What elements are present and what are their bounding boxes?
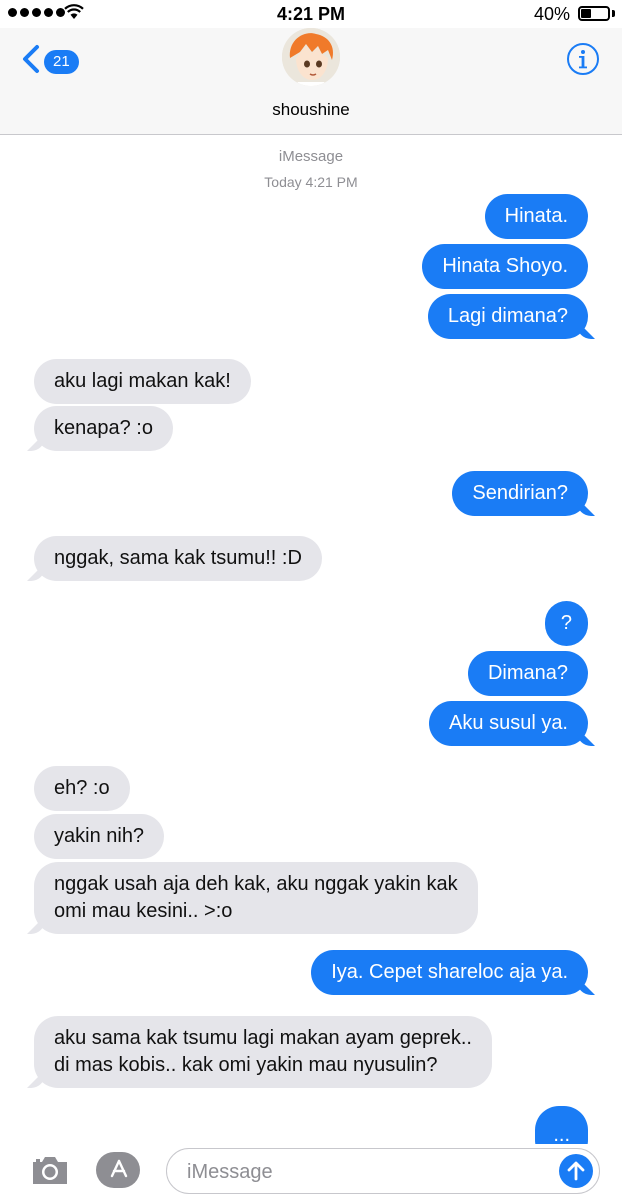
app-store-icon — [110, 1158, 128, 1185]
send-button[interactable] — [559, 1154, 593, 1188]
unread-count-badge: 21 — [44, 49, 79, 74]
message-thread[interactable]: iMessage Today 4:21 PM Hinata. Hinata Sh… — [0, 134, 622, 1144]
conversation-header: 21 shoushine — [0, 28, 622, 135]
message-input-field[interactable] — [166, 1148, 600, 1194]
status-bar: 4:21 PM 40% — [0, 0, 622, 28]
contact-name[interactable]: shoushine — [0, 100, 622, 120]
service-label: iMessage — [278, 148, 344, 165]
message-bubble-outgoing[interactable]: Iya. Cepet shareloc aja ya. — [311, 950, 588, 995]
message-bubble-outgoing[interactable]: Dimana? — [467, 651, 588, 696]
message-bubble-outgoing[interactable]: ... — [535, 1106, 588, 1144]
info-icon — [566, 43, 600, 80]
message-bubble-outgoing[interactable]: Sendirian? — [452, 471, 588, 516]
message-bubble-incoming[interactable]: aku sama kak tsumu lagi makan ayam gepre… — [34, 1016, 492, 1088]
camera-button[interactable] — [30, 1154, 70, 1191]
message-bubble-incoming[interactable]: yakin nih? — [34, 814, 165, 859]
message-bubble-incoming[interactable]: aku lagi makan kak! — [34, 359, 251, 404]
battery-percent: 40% — [533, 4, 570, 24]
message-bubble-incoming[interactable]: nggak, sama kak tsumu!! :D — [34, 536, 322, 581]
message-bubble-outgoing[interactable]: Hinata. — [484, 194, 588, 239]
chevron-left-icon — [20, 44, 42, 79]
compose-bar — [0, 1144, 622, 1200]
back-button[interactable]: 21 — [20, 44, 79, 79]
battery-icon — [578, 6, 610, 21]
status-time: 4:21 PM — [276, 4, 346, 24]
message-input[interactable] — [185, 1157, 549, 1187]
battery-nub — [612, 10, 615, 17]
message-bubble-incoming[interactable]: nggak usah aja deh kak, aku nggak yakin … — [34, 862, 478, 934]
message-bubble-outgoing[interactable]: Lagi dimana? — [427, 294, 588, 339]
message-bubble-outgoing[interactable]: Hinata Shoyo. — [422, 244, 588, 289]
camera-icon — [30, 1157, 70, 1190]
info-button[interactable] — [566, 42, 600, 81]
message-bubble-incoming[interactable]: kenapa? :o — [34, 406, 173, 451]
contact-avatar[interactable] — [282, 28, 340, 86]
app-store-button[interactable] — [96, 1152, 140, 1188]
message-bubble-incoming[interactable]: eh? :o — [34, 766, 130, 811]
message-bubble-outgoing[interactable]: Aku susul ya. — [429, 701, 588, 746]
message-bubble-outgoing[interactable]: ? — [544, 601, 588, 646]
thread-timestamp: Today 4:21 PM — [264, 174, 358, 190]
